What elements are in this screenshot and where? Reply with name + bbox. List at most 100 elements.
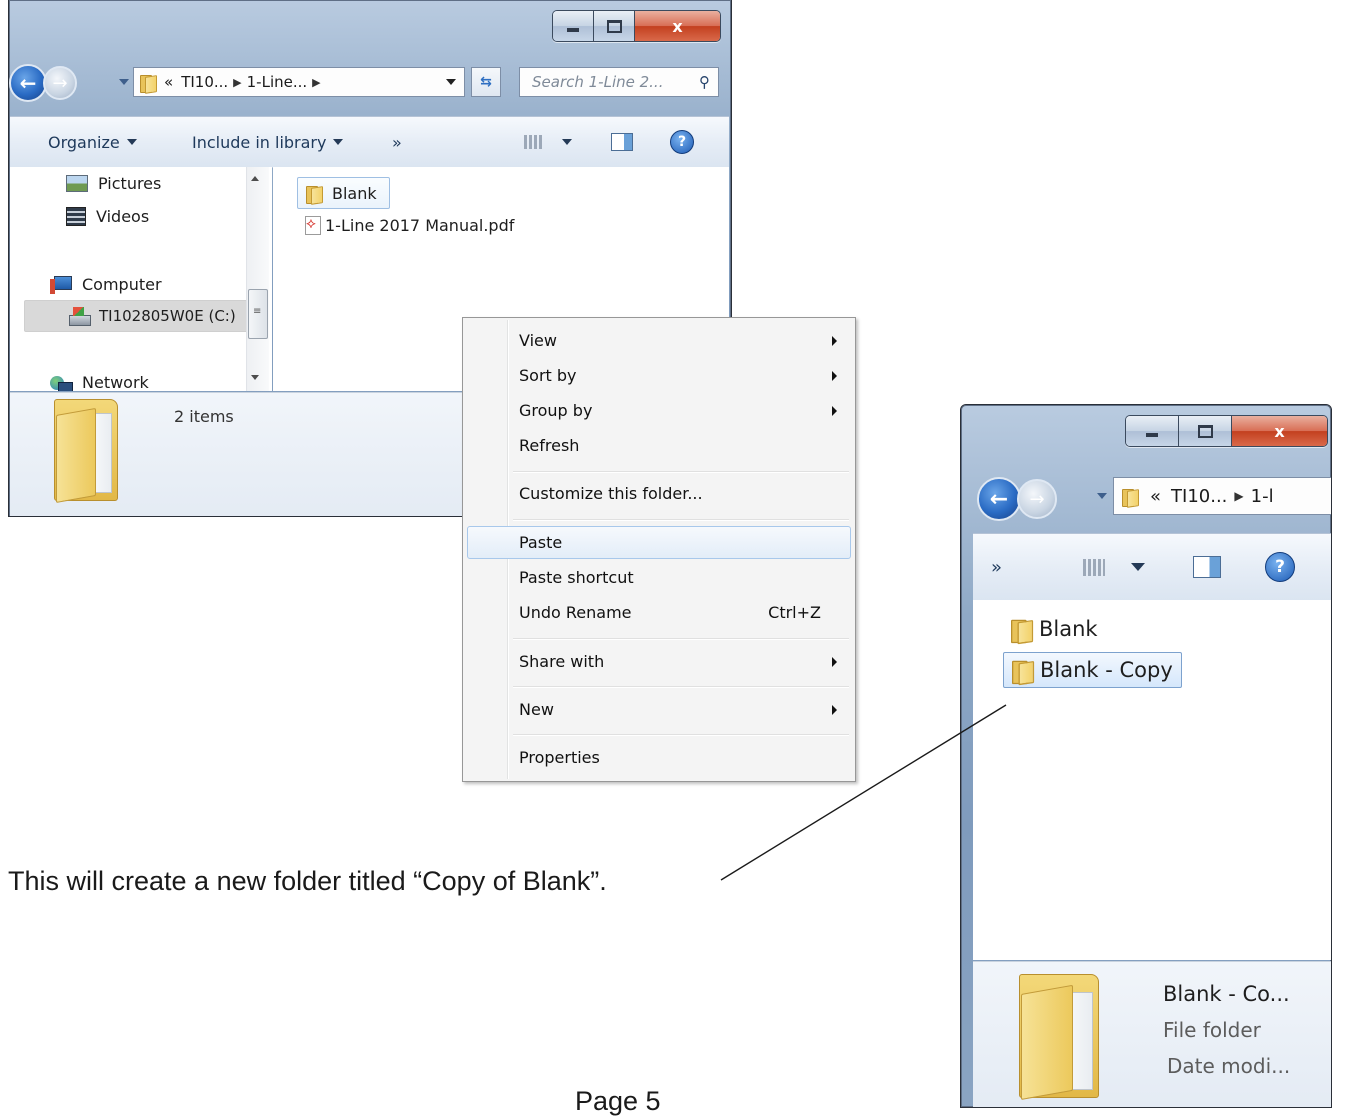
- menu-item-view[interactable]: View: [467, 324, 851, 357]
- folder-icon: [1011, 618, 1032, 643]
- address-overflow[interactable]: «: [1150, 486, 1161, 507]
- file-name: Blank - Copy: [1040, 658, 1173, 682]
- address-dropdown-icon[interactable]: [446, 79, 456, 85]
- status-item-count: 2 items: [174, 407, 234, 426]
- organize-label: Organize: [48, 132, 120, 152]
- maximize-icon: [606, 19, 622, 33]
- more-commands-button[interactable]: »: [392, 117, 402, 167]
- explorer-window-2: x ← → « TI10... ▶ 1-l » ? Blank Blank - …: [960, 404, 1332, 1108]
- submenu-arrow-icon: [832, 370, 837, 381]
- file-list[interactable]: Blank Blank - Copy: [973, 600, 1331, 960]
- search-box[interactable]: Search 1-Line 2... ⚲: [519, 67, 719, 97]
- menu-item-undo-rename[interactable]: Undo Rename Ctrl+Z: [467, 596, 851, 629]
- close-button[interactable]: x: [1232, 416, 1327, 446]
- include-in-library-label: Include in library: [192, 132, 327, 152]
- address-overflow[interactable]: «: [164, 73, 173, 91]
- menu-item-customize-folder[interactable]: Customize this folder...: [467, 477, 851, 510]
- context-menu: View Sort by Group by Refresh Customize …: [462, 317, 856, 782]
- minimize-button[interactable]: [553, 11, 594, 41]
- menu-separator: [513, 638, 849, 639]
- menu-item-sort-by[interactable]: Sort by: [467, 359, 851, 392]
- breadcrumb-ti10[interactable]: TI10...: [181, 73, 228, 91]
- dropdown-icon: [126, 139, 137, 145]
- maximize-button[interactable]: [594, 11, 635, 41]
- menu-item-share-with[interactable]: Share with: [467, 645, 851, 678]
- help-button[interactable]: ?: [1265, 534, 1295, 600]
- file-item-folder-copy[interactable]: Blank - Copy: [1003, 652, 1182, 688]
- include-in-library-menu[interactable]: Include in library: [192, 117, 344, 167]
- file-item-folder[interactable]: Blank: [297, 177, 390, 209]
- recent-pages-dropdown[interactable]: [1097, 493, 1107, 499]
- menu-item-refresh[interactable]: Refresh: [467, 429, 851, 462]
- forward-button[interactable]: →: [1017, 479, 1057, 519]
- help-button[interactable]: ?: [670, 117, 694, 167]
- search-placeholder: Search 1-Line 2...: [532, 73, 664, 91]
- minimize-icon: [567, 28, 579, 32]
- views-icon: [524, 135, 542, 149]
- nav-item-computer[interactable]: Computer: [50, 275, 162, 294]
- folder-icon: [1122, 488, 1138, 507]
- nav-label: Network: [82, 373, 149, 391]
- refresh-icon: ⇆: [480, 74, 492, 90]
- breadcrumb-ti10[interactable]: TI10...: [1171, 486, 1227, 507]
- file-item-folder[interactable]: Blank: [1011, 617, 1098, 643]
- change-view-button[interactable]: [524, 117, 572, 167]
- scroll-thumb[interactable]: ≡: [248, 289, 268, 339]
- refresh-button[interactable]: ⇆: [471, 67, 501, 97]
- breadcrumb-arrow-icon[interactable]: ▶: [312, 76, 320, 89]
- preview-pane-button[interactable]: [611, 117, 633, 167]
- more-chevron-icon: »: [991, 556, 1003, 578]
- caption-buttons: x: [552, 10, 721, 42]
- submenu-arrow-icon: [832, 656, 837, 667]
- menu-label: New: [519, 700, 554, 719]
- command-bar: Organize Include in library » ?: [10, 116, 729, 168]
- more-commands-button[interactable]: »: [991, 534, 1002, 600]
- minimize-button[interactable]: [1126, 416, 1179, 446]
- menu-separator: [513, 471, 849, 472]
- recent-pages-dropdown[interactable]: [119, 79, 129, 85]
- menu-separator: [513, 686, 849, 687]
- submenu-arrow-icon: [832, 335, 837, 346]
- breadcrumb-1-line[interactable]: 1-Line...: [247, 73, 308, 91]
- menu-item-paste[interactable]: Paste: [467, 526, 851, 559]
- back-arrow-icon: ←: [989, 486, 1009, 512]
- nav-item-pictures[interactable]: Pictures: [66, 174, 161, 193]
- nav-pane-scrollbar[interactable]: ≡: [246, 167, 269, 391]
- maximize-icon: [1197, 424, 1213, 438]
- drive-icon: [69, 307, 91, 326]
- network-icon: [50, 376, 73, 391]
- scroll-up-icon[interactable]: [251, 176, 259, 181]
- menu-item-group-by[interactable]: Group by: [467, 394, 851, 427]
- breadcrumb-1-line[interactable]: 1-l: [1251, 486, 1274, 507]
- close-icon: x: [1274, 421, 1285, 441]
- nav-item-drive-c[interactable]: TI102805W0E (C:): [24, 300, 248, 332]
- help-icon: ?: [1265, 552, 1295, 582]
- menu-item-new[interactable]: New: [467, 693, 851, 726]
- menu-item-paste-shortcut[interactable]: Paste shortcut: [467, 561, 851, 594]
- search-icon: ⚲: [699, 73, 710, 91]
- back-button[interactable]: ←: [9, 64, 47, 102]
- organize-menu[interactable]: Organize: [48, 117, 137, 167]
- scroll-down-icon[interactable]: [251, 375, 259, 380]
- views-icon: [1083, 558, 1105, 576]
- close-button[interactable]: x: [635, 11, 720, 41]
- command-bar: » ?: [973, 533, 1331, 601]
- nav-item-network[interactable]: Network: [50, 373, 149, 391]
- maximize-button[interactable]: [1179, 416, 1232, 446]
- preview-pane-icon: [611, 133, 633, 151]
- file-item-pdf[interactable]: 1-Line 2017 Manual.pdf: [305, 215, 514, 235]
- preview-pane-button[interactable]: [1193, 534, 1221, 600]
- forward-button[interactable]: →: [43, 66, 77, 100]
- breadcrumb-arrow-icon[interactable]: ▶: [233, 76, 241, 89]
- details-pane: Blank - Co... File folder Date modi...: [973, 961, 1331, 1107]
- address-bar[interactable]: « TI10... ▶ 1-Line... ▶: [133, 67, 465, 97]
- nav-item-videos[interactable]: Videos: [66, 207, 149, 226]
- address-bar[interactable]: « TI10... ▶ 1-l: [1113, 477, 1331, 515]
- annotation-text: This will create a new folder titled “Co…: [8, 866, 607, 896]
- submenu-arrow-icon: [832, 704, 837, 715]
- breadcrumb-arrow-icon[interactable]: ▶: [1234, 489, 1243, 503]
- back-button[interactable]: ←: [977, 477, 1021, 521]
- change-view-button[interactable]: [1083, 534, 1145, 600]
- menu-item-properties[interactable]: Properties: [467, 741, 851, 774]
- file-name: Blank: [332, 183, 377, 203]
